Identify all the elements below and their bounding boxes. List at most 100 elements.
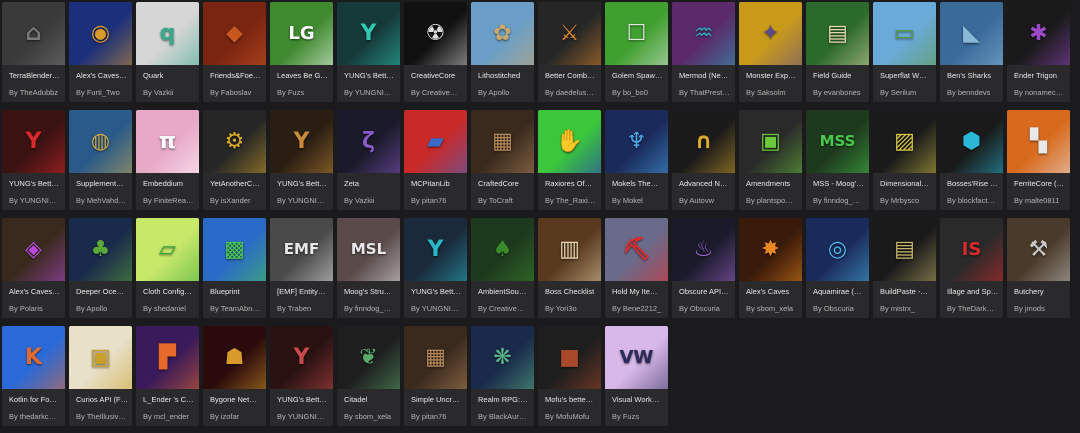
mod-card[interactable]: ✋ Raxiores Of… By The_Raxi… <box>538 110 601 210</box>
mod-card[interactable]: ▦ CraftedCore By ToCraft <box>471 110 534 210</box>
mod-card[interactable]: ◆ Friends&Foe… By Faboslav <box>203 2 266 102</box>
mermaid-tail-icon[interactable]: ♒ <box>672 2 735 65</box>
mod-card[interactable]: ▤ BuildPaste -… By mistrx_ <box>873 218 936 318</box>
mod-card[interactable]: VW Visual Work… By Fuzs <box>605 326 668 426</box>
netherrack-cube-icon[interactable]: ■ <box>538 326 601 389</box>
mod-card[interactable]: ▣ Amendments By plantspo… <box>739 110 802 210</box>
mod-card[interactable]: ☗ Bygone Net… By izofar <box>203 326 266 426</box>
cauldron-icon[interactable]: ▣ <box>739 110 802 173</box>
globe-icon[interactable]: ◍ <box>69 110 132 173</box>
purple-gem-icon[interactable]: ◈ <box>2 218 65 281</box>
mod-card[interactable]: ▦ Simple Uncr… By pitan76 <box>404 326 467 426</box>
mss-logo-icon[interactable]: MSS <box>806 110 869 173</box>
mod-card[interactable]: ♒ Mermod (Ne… By ThatPrest… <box>672 2 735 102</box>
yung-y-icon[interactable]: Y <box>270 326 333 389</box>
pickaxe-icon[interactable]: ⛏ <box>605 218 668 281</box>
mod-card[interactable]: ▭ Superflat W… By Serilum <box>873 2 936 102</box>
mod-card[interactable]: ▰ MCPitanLib By pitan76 <box>404 110 467 210</box>
pi-icon[interactable]: π <box>136 110 199 173</box>
mod-card[interactable]: ◣ Ben's Sharks By benndevs <box>940 2 1003 102</box>
radiation-icon[interactable]: ☢ <box>404 2 467 65</box>
golem-icon[interactable]: ☐ <box>605 2 668 65</box>
curios-frame-icon[interactable]: ▣ <box>69 326 132 389</box>
blue-book-icon[interactable]: ▰ <box>404 110 467 173</box>
creature-face-icon[interactable]: ◆ <box>203 2 266 65</box>
mod-card[interactable]: ⌂ TerraBlender… By TheAdubbz <box>2 2 65 102</box>
crafting-table-icon[interactable]: ▦ <box>471 110 534 173</box>
mod-card[interactable]: ■ Mofu's bette… By MofuMofu <box>538 326 601 426</box>
mod-card[interactable]: EMF [EMF] Entity… By Traben <box>270 218 333 318</box>
better-combat-icon[interactable]: ⚔ <box>538 2 601 65</box>
msl-logo-icon[interactable]: MSL <box>337 218 400 281</box>
mod-card[interactable]: ▥ Boss Checklist By Yori3o <box>538 218 601 318</box>
ender-dragon-icon[interactable]: ✱ <box>1007 2 1070 65</box>
nether-mask-icon[interactable]: ☗ <box>203 326 266 389</box>
realm-rpg-icon[interactable]: ❋ <box>471 326 534 389</box>
mod-card[interactable]: Y YUNG's Bett… By YUNGNI… <box>270 326 333 426</box>
mod-card[interactable]: ▚ FerriteCore (… By malte0811 <box>1007 110 1070 210</box>
mod-card[interactable]: Y YUNG's Bett… By YUNGNI… <box>270 110 333 210</box>
landscape-flower-icon[interactable]: ✿ <box>471 2 534 65</box>
mod-card[interactable]: Y YUNG's Bett… By YUNGNI… <box>337 2 400 102</box>
clipboard-icon[interactable]: ▤ <box>873 218 936 281</box>
blender-icon[interactable]: ⌂ <box>2 2 65 65</box>
mod-card[interactable]: ▨ Dimensional… By Mrbysco <box>873 110 936 210</box>
mod-card[interactable]: ♨ Obscure API… By Obscuria <box>672 218 735 318</box>
golden-mask-icon[interactable]: ◉ <box>69 2 132 65</box>
mod-card[interactable]: ♠ AmbientSou… By Creative… <box>471 218 534 318</box>
mod-card[interactable]: ✿ Lithostitched By Apollo <box>471 2 534 102</box>
ferrite-pattern-icon[interactable]: ▚ <box>1007 110 1070 173</box>
mod-card[interactable]: MSS MSS - Moog'… By finndog_… <box>806 110 869 210</box>
mod-card[interactable]: ♣ Deeper Oce… By Apollo <box>69 218 132 318</box>
mod-card[interactable]: ⚔ Better Comb… By daedelus… <box>538 2 601 102</box>
boss-helmet-icon[interactable]: ⬢ <box>940 110 1003 173</box>
vw-logo-icon[interactable]: VW <box>605 326 668 389</box>
mod-card[interactable]: ◍ Supplement… By MehVahd… <box>69 110 132 210</box>
mod-card[interactable]: ☐ Golem Spaw… By bo_bo0 <box>605 2 668 102</box>
yung-y-icon[interactable]: Y <box>2 110 65 173</box>
raxiores-icon[interactable]: ✋ <box>538 110 601 173</box>
mod-card[interactable]: ▛ L_Ender 's C… By mcl_ender <box>136 326 199 426</box>
mod-card[interactable]: MSL Moog's Stru… By finndog_… <box>337 218 400 318</box>
mod-card[interactable]: ⚙ YetAnotherC… By isXander <box>203 110 266 210</box>
mod-card[interactable]: IS Illage and Sp… By TheDark… <box>940 218 1003 318</box>
blue-orb-icon[interactable]: ◎ <box>806 218 869 281</box>
crafting-table-icon[interactable]: ▦ <box>404 326 467 389</box>
mod-card[interactable]: ❋ Realm RPG:… By BlackAur… <box>471 326 534 426</box>
tree-cube-icon[interactable]: ♠ <box>471 218 534 281</box>
mod-card[interactable]: ✦ Monster Exp… By Saksolm <box>739 2 802 102</box>
mod-card[interactable]: LG Leaves Be G… By Fuzs <box>270 2 333 102</box>
mod-card[interactable]: Y YUNG's Bett… By YUNGNI… <box>404 218 467 318</box>
mod-card[interactable]: ⛏ Hold My Ite… By Bene2212_ <box>605 218 668 318</box>
quark-q-icon[interactable]: q <box>136 2 199 65</box>
yung-y-icon[interactable]: Y <box>337 2 400 65</box>
mod-card[interactable]: π Embeddium By FiniteRea… <box>136 110 199 210</box>
painting-icon[interactable]: ▨ <box>873 110 936 173</box>
book-icon[interactable]: ▤ <box>806 2 869 65</box>
explosion-icon[interactable]: ✸ <box>739 218 802 281</box>
mod-card[interactable]: ⚒ Butchery By jmods <box>1007 218 1070 318</box>
emf-logo-icon[interactable]: EMF <box>270 218 333 281</box>
mod-card[interactable]: Y YUNG's Bett… By YUNGNI… <box>2 110 65 210</box>
mod-card[interactable]: ▱ Cloth Config… By shedaniel <box>136 218 199 318</box>
mod-card[interactable]: ▣ Curios API (F… By TheIllusiv… <box>69 326 132 426</box>
mod-card[interactable]: ✸ Alex's Caves By sbom_xela <box>739 218 802 318</box>
mod-card[interactable]: ◉ Alex's Caves… By Furti_Two <box>69 2 132 102</box>
leaf-icon[interactable]: ❦ <box>337 326 400 389</box>
creeper-icon[interactable]: ▩ <box>203 218 266 281</box>
netherite-helmet-icon[interactable]: ∩ <box>672 110 735 173</box>
mod-card[interactable]: ◈ Alex's Caves… By Polaris <box>2 218 65 318</box>
gear-icon[interactable]: ⚙ <box>203 110 266 173</box>
illager-icon[interactable]: IS <box>940 218 1003 281</box>
zeta-icon[interactable]: ζ <box>337 110 400 173</box>
ender-gradient-icon[interactable]: ▛ <box>136 326 199 389</box>
mod-card[interactable]: ⬢ Bosses'Rise (… By blockfact… <box>940 110 1003 210</box>
yung-y-icon[interactable]: Y <box>404 218 467 281</box>
lg-logo-icon[interactable]: LG <box>270 2 333 65</box>
mod-card[interactable]: ❦ Citadel By sbom_xela <box>337 326 400 426</box>
seaweed-icon[interactable]: ♣ <box>69 218 132 281</box>
mod-card[interactable]: ♆ Mokels The… By Mokel <box>605 110 668 210</box>
mod-card[interactable]: ζ Zeta By Vazkii <box>337 110 400 210</box>
mod-card[interactable]: q Quark By Vazkii <box>136 2 199 102</box>
mod-card[interactable]: ◎ Aquamirae (… By Obscuria <box>806 218 869 318</box>
